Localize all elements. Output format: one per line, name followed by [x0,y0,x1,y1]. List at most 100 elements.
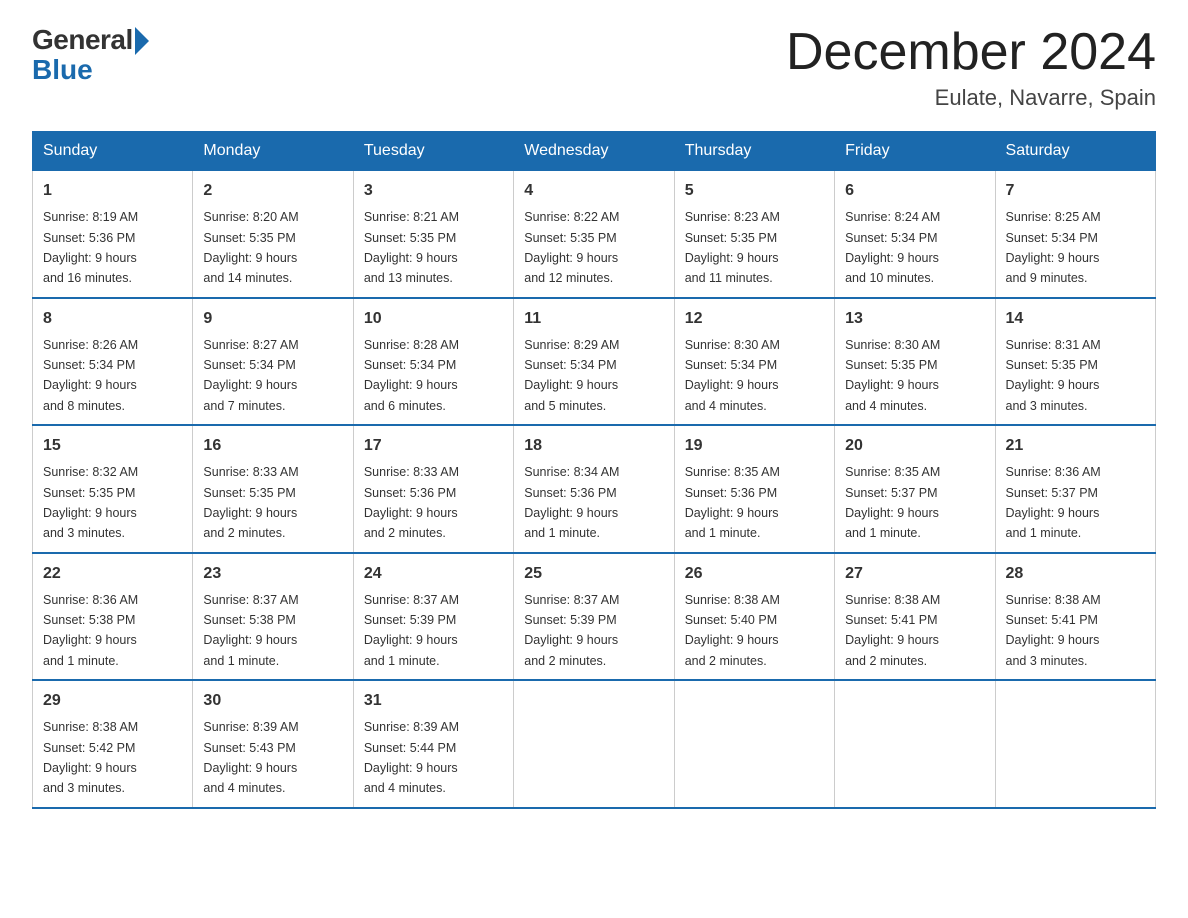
day-info: Sunrise: 8:27 AMSunset: 5:34 PMDaylight:… [203,338,298,413]
day-info: Sunrise: 8:33 AMSunset: 5:35 PMDaylight:… [203,465,298,540]
day-info: Sunrise: 8:39 AMSunset: 5:43 PMDaylight:… [203,720,298,795]
day-info: Sunrise: 8:37 AMSunset: 5:39 PMDaylight:… [524,593,619,668]
day-number: 4 [524,179,663,203]
day-info: Sunrise: 8:23 AMSunset: 5:35 PMDaylight:… [685,210,780,285]
calendar-day-cell: 31Sunrise: 8:39 AMSunset: 5:44 PMDayligh… [353,680,513,808]
day-number: 28 [1006,562,1145,586]
day-info: Sunrise: 8:19 AMSunset: 5:36 PMDaylight:… [43,210,138,285]
calendar-week-row: 8 Sunrise: 8:26 AMSunset: 5:34 PMDaylight… [33,298,1156,426]
calendar-day-cell: 27 Sunrise: 8:38 AMSunset: 5:41 PMDayligh… [835,553,995,681]
day-info: Sunrise: 8:21 AMSunset: 5:35 PMDaylight:… [364,210,459,285]
day-number: 12 [685,307,824,331]
calendar-day-cell: 24 Sunrise: 8:37 AMSunset: 5:39 PMDayligh… [353,553,513,681]
day-info: Sunrise: 8:33 AMSunset: 5:36 PMDaylight:… [364,465,459,540]
day-info: Sunrise: 8:38 AMSunset: 5:41 PMDaylight:… [1006,593,1101,668]
calendar-day-cell: 25 Sunrise: 8:37 AMSunset: 5:39 PMDayligh… [514,553,674,681]
day-info: Sunrise: 8:36 AMSunset: 5:37 PMDaylight:… [1006,465,1101,540]
calendar-week-row: 22 Sunrise: 8:36 AMSunset: 5:38 PMDayligh… [33,553,1156,681]
day-number: 19 [685,434,824,458]
day-info: Sunrise: 8:36 AMSunset: 5:38 PMDaylight:… [43,593,138,668]
calendar-day-cell: 26Sunrise: 8:38 AMSunset: 5:40 PMDayligh… [674,553,834,681]
day-number: 24 [364,562,503,586]
calendar-day-cell [514,680,674,808]
calendar-day-cell: 15 Sunrise: 8:32 AMSunset: 5:35 PMDayligh… [33,425,193,553]
calendar-day-cell: 9Sunrise: 8:27 AMSunset: 5:34 PMDaylight… [193,298,353,426]
calendar-day-cell: 28 Sunrise: 8:38 AMSunset: 5:41 PMDayligh… [995,553,1155,681]
day-of-week-header: Tuesday [353,132,513,171]
calendar-day-cell: 7Sunrise: 8:25 AMSunset: 5:34 PMDaylight… [995,171,1155,298]
logo-blue-text: Blue [32,54,93,86]
calendar-day-cell [674,680,834,808]
day-number: 11 [524,307,663,331]
day-number: 30 [203,689,342,713]
day-info: Sunrise: 8:35 AMSunset: 5:37 PMDaylight:… [845,465,940,540]
calendar-table: SundayMondayTuesdayWednesdayThursdayFrid… [32,131,1156,809]
calendar-day-cell: 19 Sunrise: 8:35 AMSunset: 5:36 PMDayligh… [674,425,834,553]
day-number: 22 [43,562,182,586]
logo: General Blue [32,24,149,86]
day-info: Sunrise: 8:29 AMSunset: 5:34 PMDaylight:… [524,338,619,413]
title-section: December 2024 Eulate, Navarre, Spain [786,24,1156,111]
day-number: 15 [43,434,182,458]
day-of-week-header: Saturday [995,132,1155,171]
day-info: Sunrise: 8:37 AMSunset: 5:38 PMDaylight:… [203,593,298,668]
day-number: 3 [364,179,503,203]
calendar-day-cell: 11 Sunrise: 8:29 AMSunset: 5:34 PMDayligh… [514,298,674,426]
day-number: 21 [1006,434,1145,458]
day-info: Sunrise: 8:39 AMSunset: 5:44 PMDaylight:… [364,720,459,795]
day-info: Sunrise: 8:26 AMSunset: 5:34 PMDaylight:… [43,338,138,413]
day-info: Sunrise: 8:38 AMSunset: 5:42 PMDaylight:… [43,720,138,795]
location-title: Eulate, Navarre, Spain [786,85,1156,111]
day-number: 29 [43,689,182,713]
day-info: Sunrise: 8:38 AMSunset: 5:40 PMDaylight:… [685,593,780,668]
logo-arrow-icon [135,27,149,55]
day-number: 25 [524,562,663,586]
calendar-week-row: 15 Sunrise: 8:32 AMSunset: 5:35 PMDayligh… [33,425,1156,553]
day-of-week-header: Monday [193,132,353,171]
calendar-header-row: SundayMondayTuesdayWednesdayThursdayFrid… [33,132,1156,171]
calendar-day-cell: 17 Sunrise: 8:33 AMSunset: 5:36 PMDayligh… [353,425,513,553]
calendar-week-row: 1 Sunrise: 8:19 AMSunset: 5:36 PMDaylight… [33,171,1156,298]
calendar-day-cell: 6 Sunrise: 8:24 AMSunset: 5:34 PMDaylight… [835,171,995,298]
calendar-day-cell: 2 Sunrise: 8:20 AMSunset: 5:35 PMDaylight… [193,171,353,298]
day-number: 1 [43,179,182,203]
calendar-day-cell: 8 Sunrise: 8:26 AMSunset: 5:34 PMDaylight… [33,298,193,426]
day-info: Sunrise: 8:32 AMSunset: 5:35 PMDaylight:… [43,465,138,540]
calendar-day-cell: 4Sunrise: 8:22 AMSunset: 5:35 PMDaylight… [514,171,674,298]
calendar-day-cell: 1 Sunrise: 8:19 AMSunset: 5:36 PMDaylight… [33,171,193,298]
day-number: 27 [845,562,984,586]
month-title: December 2024 [786,24,1156,81]
day-of-week-header: Sunday [33,132,193,171]
day-info: Sunrise: 8:25 AMSunset: 5:34 PMDaylight:… [1006,210,1101,285]
day-info: Sunrise: 8:38 AMSunset: 5:41 PMDaylight:… [845,593,940,668]
calendar-day-cell: 3 Sunrise: 8:21 AMSunset: 5:35 PMDaylight… [353,171,513,298]
day-number: 20 [845,434,984,458]
day-info: Sunrise: 8:24 AMSunset: 5:34 PMDaylight:… [845,210,940,285]
day-number: 6 [845,179,984,203]
day-info: Sunrise: 8:35 AMSunset: 5:36 PMDaylight:… [685,465,780,540]
logo-general-text: General [32,24,133,56]
day-of-week-header: Friday [835,132,995,171]
day-number: 8 [43,307,182,331]
day-number: 13 [845,307,984,331]
day-number: 17 [364,434,503,458]
calendar-day-cell [835,680,995,808]
calendar-day-cell: 13 Sunrise: 8:30 AMSunset: 5:35 PMDayligh… [835,298,995,426]
day-number: 5 [685,179,824,203]
day-info: Sunrise: 8:30 AMSunset: 5:34 PMDaylight:… [685,338,780,413]
calendar-day-cell [995,680,1155,808]
day-info: Sunrise: 8:37 AMSunset: 5:39 PMDaylight:… [364,593,459,668]
day-info: Sunrise: 8:20 AMSunset: 5:35 PMDaylight:… [203,210,298,285]
calendar-day-cell: 29 Sunrise: 8:38 AMSunset: 5:42 PMDayligh… [33,680,193,808]
day-number: 2 [203,179,342,203]
day-info: Sunrise: 8:31 AMSunset: 5:35 PMDaylight:… [1006,338,1101,413]
calendar-day-cell: 23Sunrise: 8:37 AMSunset: 5:38 PMDayligh… [193,553,353,681]
calendar-day-cell: 20 Sunrise: 8:35 AMSunset: 5:37 PMDayligh… [835,425,995,553]
calendar-day-cell: 16Sunrise: 8:33 AMSunset: 5:35 PMDayligh… [193,425,353,553]
day-number: 10 [364,307,503,331]
day-of-week-header: Thursday [674,132,834,171]
page-header: General Blue December 2024 Eulate, Navar… [32,24,1156,111]
calendar-week-row: 29 Sunrise: 8:38 AMSunset: 5:42 PMDayligh… [33,680,1156,808]
calendar-day-cell: 10Sunrise: 8:28 AMSunset: 5:34 PMDayligh… [353,298,513,426]
day-info: Sunrise: 8:30 AMSunset: 5:35 PMDaylight:… [845,338,940,413]
